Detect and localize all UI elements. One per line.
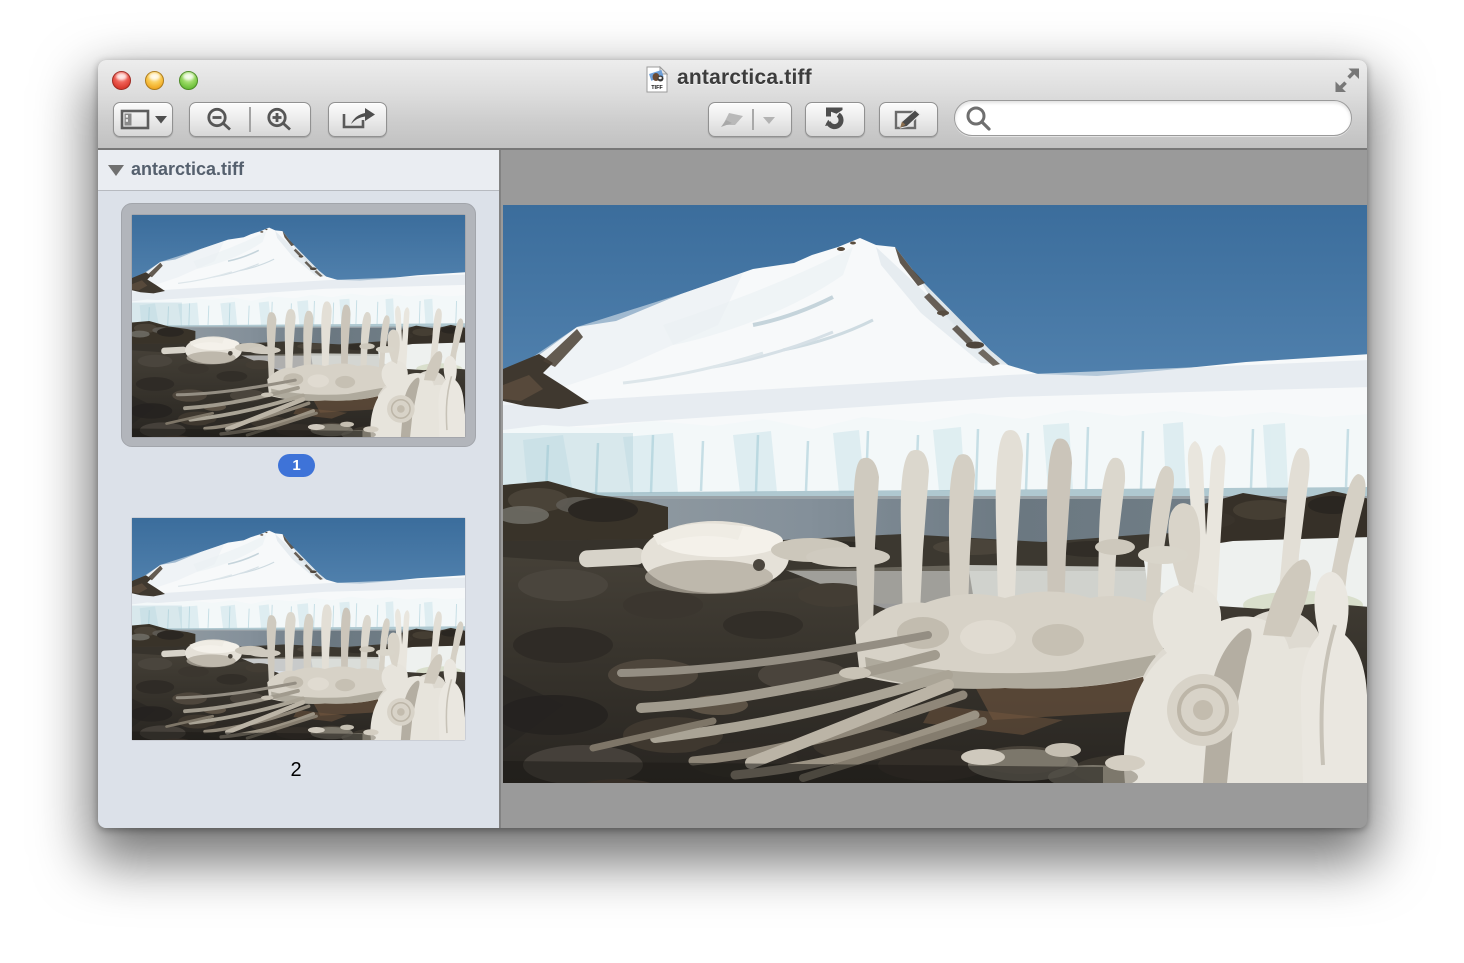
svg-text:TIFF: TIFF xyxy=(651,85,663,91)
